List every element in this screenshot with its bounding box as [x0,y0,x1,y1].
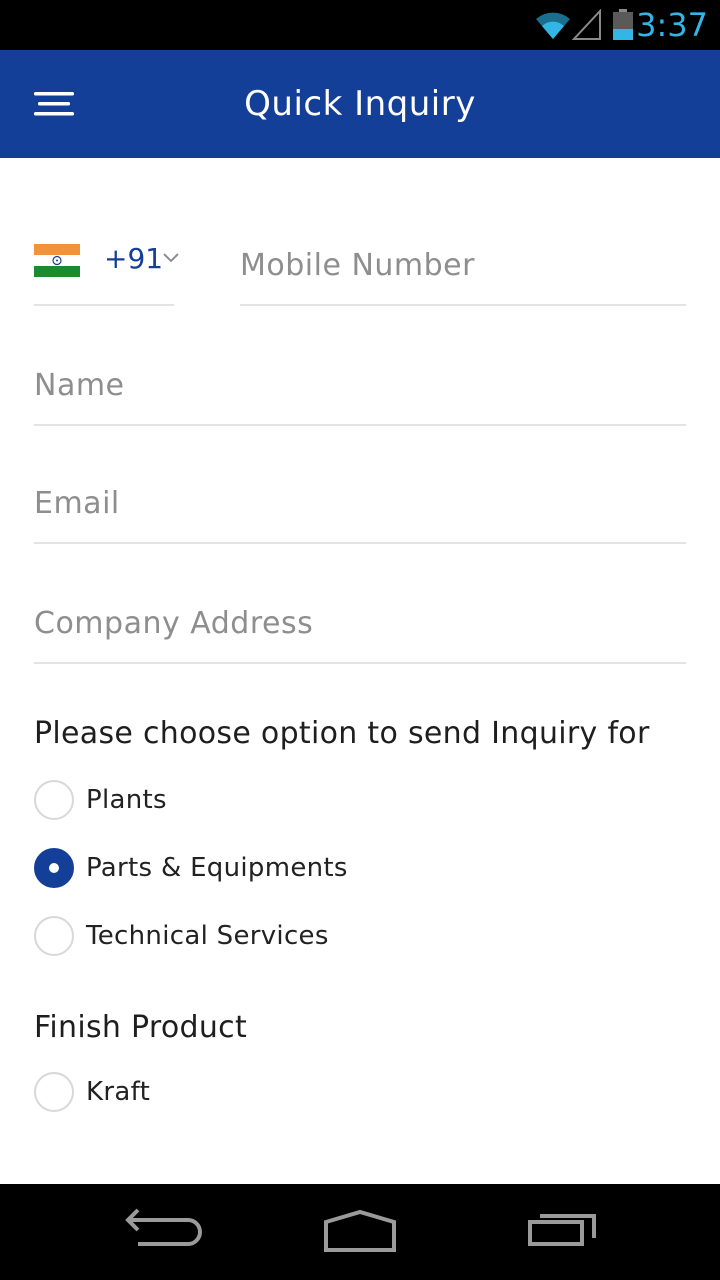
chevron-down-icon [163,253,179,263]
home-icon [324,1209,396,1252]
radio-button[interactable] [34,1072,74,1112]
battery-icon [612,9,634,46]
system-nav-bar [0,1184,720,1280]
email-input[interactable] [34,464,686,542]
home-button[interactable] [310,1200,410,1264]
company-address-field[interactable] [34,584,686,664]
finish-product-heading: Finish Product [34,1010,248,1045]
radio-label: Technical Services [86,921,329,951]
app-bar: Quick Inquiry [0,50,720,158]
back-icon [125,1208,202,1246]
back-button[interactable] [110,1200,210,1264]
recents-button[interactable] [512,1200,612,1264]
wifi-icon [534,9,572,46]
radio-button[interactable] [34,780,74,820]
country-code: +91 [104,242,164,275]
radio-label: Parts & Equipments [86,853,348,883]
status-clock: 3:37 [636,6,708,44]
mobile-number-input[interactable] [240,226,686,304]
radio-button-selected[interactable] [34,848,74,888]
company-address-input[interactable] [34,584,686,662]
signal-icon [571,8,602,46]
name-field[interactable] [34,346,686,426]
page-title: Quick Inquiry [244,84,476,124]
radio-button[interactable] [34,916,74,956]
radio-label: Plants [86,785,167,815]
status-bar: 3:37 [0,0,720,50]
inquiry-heading: Please choose option to send Inquiry for [34,716,650,751]
name-input[interactable] [34,346,686,424]
country-code-picker[interactable]: +91 [34,226,179,306]
recents-icon [528,1214,596,1246]
radio-label: Kraft [86,1077,151,1107]
india-flag-icon [34,244,80,277]
email-field[interactable] [34,464,686,544]
mobile-number-field[interactable] [240,226,686,306]
